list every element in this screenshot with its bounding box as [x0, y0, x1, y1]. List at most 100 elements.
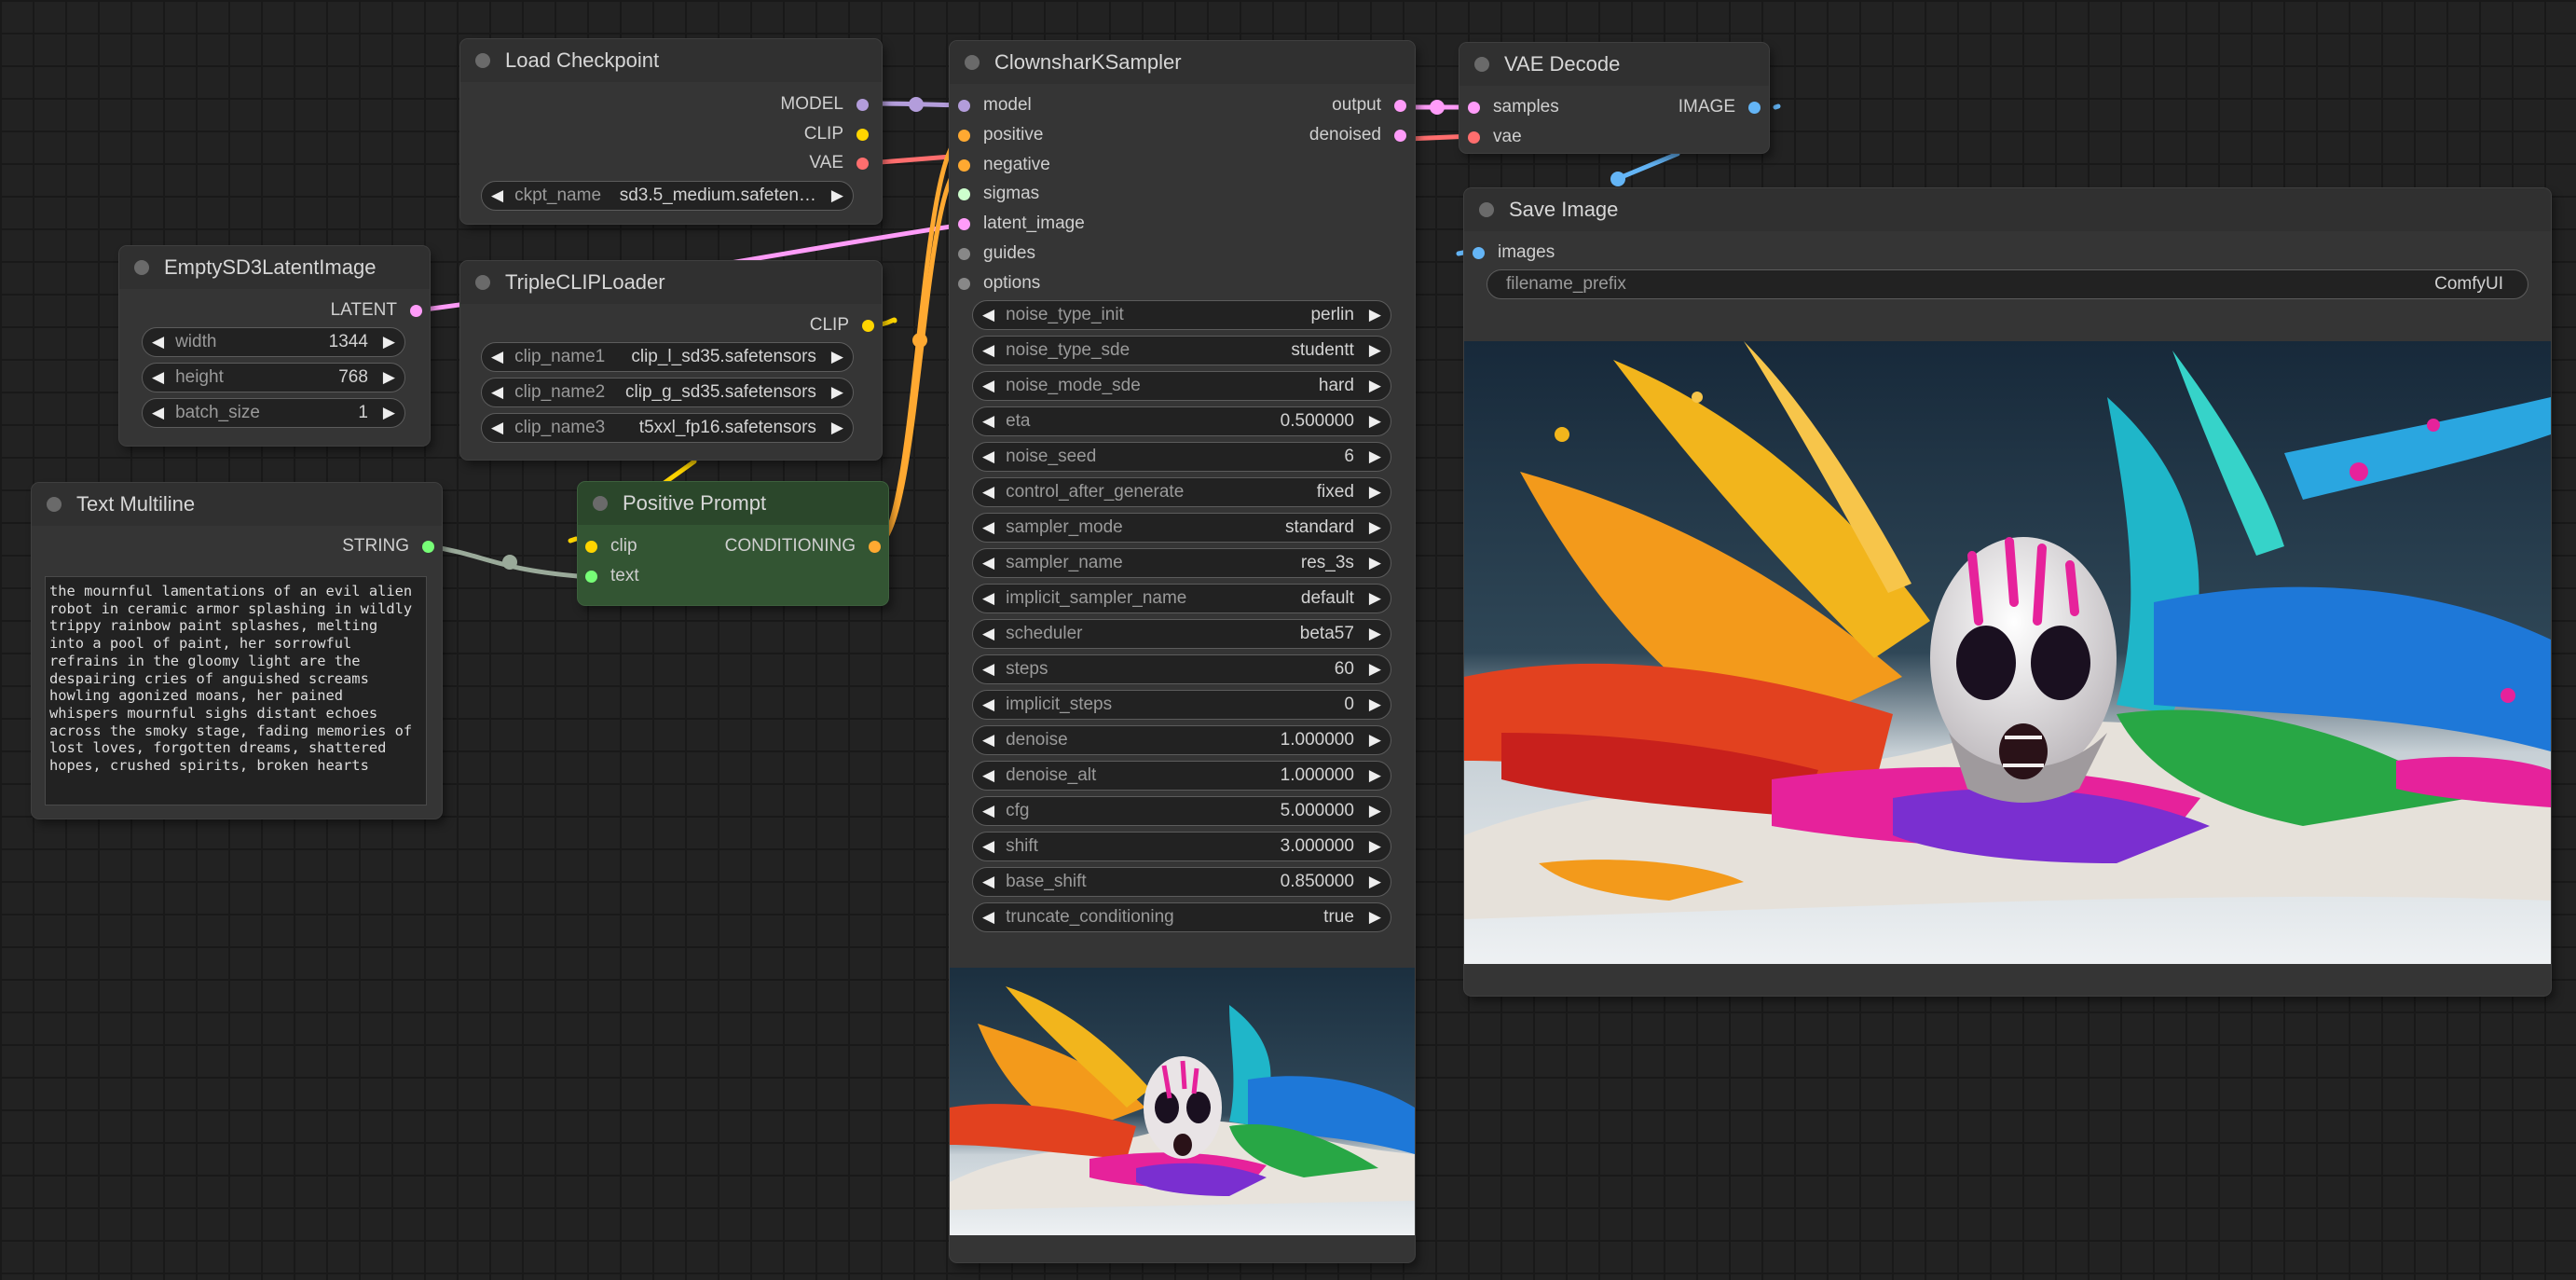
vae-connector-icon[interactable]	[1468, 131, 1480, 144]
save-image-node[interactable]: Save Image images filename_prefix ComfyU…	[1464, 188, 2551, 996]
sampler-widget[interactable]: ◀ noise_type_sde studentt ▶	[972, 336, 1391, 365]
arrow-left-icon[interactable]: ◀	[982, 908, 994, 927]
sampler-widget[interactable]: ◀ sampler_name res_3s ▶	[972, 548, 1391, 578]
node-title-bar[interactable]: VAE Decode	[1459, 43, 1769, 86]
arrow-right-icon[interactable]: ▶	[1369, 483, 1381, 502]
input-slot-positive[interactable]: positive	[958, 124, 1043, 146]
filename-prefix-input[interactable]: filename_prefix ComfyUI	[1487, 269, 2528, 299]
latent-connector-icon[interactable]	[1394, 129, 1406, 142]
arrow-right-icon[interactable]: ▶	[1369, 660, 1381, 679]
sampler-widget[interactable]: ◀ implicit_steps 0 ▶	[972, 690, 1391, 720]
output-slot-vae[interactable]: VAE	[809, 152, 869, 174]
input-slot-samples[interactable]: samples	[1468, 96, 1559, 118]
arrow-left-icon[interactable]: ◀	[982, 766, 994, 785]
conditioning-connector-icon[interactable]	[958, 129, 970, 142]
arrow-right-icon[interactable]: ▶	[831, 383, 843, 402]
arrow-right-icon[interactable]: ▶	[1369, 518, 1381, 537]
output-slot-conditioning[interactable]: CONDITIONING	[725, 535, 881, 557]
increment-icon[interactable]: ▶	[383, 333, 395, 351]
sampler-widget[interactable]: ◀ eta 0.500000 ▶	[972, 406, 1391, 436]
increment-icon[interactable]: ▶	[383, 404, 395, 422]
arrow-right-icon[interactable]: ▶	[1369, 554, 1381, 572]
increment-icon[interactable]: ▶	[383, 368, 395, 387]
arrow-left-icon[interactable]: ◀	[982, 589, 994, 608]
arrow-left-icon[interactable]: ◀	[982, 873, 994, 891]
node-title-bar[interactable]: Text Multiline	[32, 483, 442, 526]
image-connector-icon[interactable]	[1473, 246, 1485, 259]
arrow-right-icon[interactable]: ▶	[1369, 306, 1381, 324]
sampler-widget[interactable]: ◀ noise_type_init perlin ▶	[972, 300, 1391, 330]
arrow-right-icon[interactable]: ▶	[1369, 412, 1381, 431]
collapse-dot-icon[interactable]	[965, 55, 980, 70]
string-connector-icon[interactable]	[422, 540, 434, 553]
input-slot-latent-image[interactable]: latent_image	[958, 213, 1085, 235]
collapse-dot-icon[interactable]	[1479, 202, 1494, 217]
arrow-right-icon[interactable]: ▶	[1369, 908, 1381, 927]
prompt-textarea[interactable]: the mournful lamentations of an evil ali…	[45, 576, 427, 805]
collapse-dot-icon[interactable]	[47, 497, 62, 512]
vae-decode-node[interactable]: VAE Decode samples vae IMAGE	[1459, 43, 1769, 153]
arrow-left-icon[interactable]: ◀	[491, 186, 503, 205]
arrow-right-icon[interactable]: ▶	[1369, 341, 1381, 360]
load-checkpoint-node[interactable]: Load Checkpoint MODEL CLIP VAE ◀ ckpt_na…	[460, 39, 882, 224]
clip-connector-icon[interactable]	[856, 128, 869, 141]
latent-connector-icon[interactable]	[1394, 99, 1406, 112]
clownshark-sampler-node[interactable]: ClownsharKSampler model positive negativ…	[950, 41, 1415, 1262]
arrow-left-icon[interactable]: ◀	[982, 554, 994, 572]
string-connector-icon[interactable]	[585, 570, 597, 583]
arrow-right-icon[interactable]: ▶	[1369, 625, 1381, 643]
clip-name3-combo[interactable]: ◀ clip_name3 t5xxl_fp16.safetensors ▶	[481, 413, 854, 443]
output-slot-model[interactable]: MODEL	[780, 93, 869, 116]
options-connector-icon[interactable]	[958, 277, 970, 290]
arrow-right-icon[interactable]: ▶	[1369, 731, 1381, 750]
triple-clip-loader-node[interactable]: TripleCLIPLoader CLIP ◀ clip_name1 clip_…	[460, 261, 882, 460]
collapse-dot-icon[interactable]	[134, 260, 149, 275]
input-slot-images[interactable]: images	[1473, 241, 1555, 264]
arrow-right-icon[interactable]: ▶	[1369, 447, 1381, 466]
decrement-icon[interactable]: ◀	[152, 368, 164, 387]
empty-latent-node[interactable]: EmptySD3LatentImage LATENT ◀ width 1344 …	[119, 246, 430, 446]
collapse-dot-icon[interactable]	[475, 275, 490, 290]
output-slot-clip[interactable]: CLIP	[810, 314, 874, 337]
arrow-left-icon[interactable]: ◀	[982, 306, 994, 324]
input-slot-vae[interactable]: vae	[1468, 126, 1522, 148]
output-slot-latent[interactable]: LATENT	[331, 299, 422, 322]
input-slot-clip[interactable]: clip	[585, 535, 637, 557]
output-slot-clip[interactable]: CLIP	[804, 123, 869, 145]
sampler-widget[interactable]: ◀ shift 3.000000 ▶	[972, 832, 1391, 861]
arrow-left-icon[interactable]: ◀	[982, 341, 994, 360]
arrow-right-icon[interactable]: ▶	[1369, 837, 1381, 856]
guides-connector-icon[interactable]	[958, 247, 970, 260]
clip-name1-combo[interactable]: ◀ clip_name1 clip_l_sd35.safetensors ▶	[481, 342, 854, 372]
sigmas-connector-icon[interactable]	[958, 187, 970, 200]
arrow-left-icon[interactable]: ◀	[982, 483, 994, 502]
arrow-right-icon[interactable]: ▶	[1369, 589, 1381, 608]
arrow-right-icon[interactable]: ▶	[1369, 766, 1381, 785]
arrow-left-icon[interactable]: ◀	[982, 377, 994, 395]
positive-prompt-node[interactable]: Positive Prompt clip text CONDITIONING	[578, 482, 888, 605]
node-title-bar[interactable]: Positive Prompt	[578, 482, 888, 525]
output-slot-denoised[interactable]: denoised	[1309, 124, 1406, 146]
sampler-widget[interactable]: ◀ noise_mode_sde hard ▶	[972, 371, 1391, 401]
sampler-widget[interactable]: ◀ noise_seed 6 ▶	[972, 442, 1391, 472]
sampler-widget[interactable]: ◀ cfg 5.000000 ▶	[972, 796, 1391, 826]
input-slot-sigmas[interactable]: sigmas	[958, 183, 1039, 205]
node-title-bar[interactable]: Load Checkpoint	[460, 39, 882, 82]
sampler-widget[interactable]: ◀ truncate_conditioning true ▶	[972, 902, 1391, 932]
model-connector-icon[interactable]	[856, 98, 869, 111]
arrow-left-icon[interactable]: ◀	[982, 837, 994, 856]
text-multiline-node[interactable]: Text Multiline STRING the mournful lamen…	[32, 483, 442, 819]
node-title-bar[interactable]: EmptySD3LatentImage	[119, 246, 430, 289]
arrow-left-icon[interactable]: ◀	[982, 802, 994, 820]
clip-connector-icon[interactable]	[862, 319, 874, 332]
sampler-widget[interactable]: ◀ denoise_alt 1.000000 ▶	[972, 761, 1391, 791]
arrow-left-icon[interactable]: ◀	[982, 447, 994, 466]
collapse-dot-icon[interactable]	[593, 496, 608, 511]
arrow-left-icon[interactable]: ◀	[982, 695, 994, 714]
latent-connector-icon[interactable]	[1468, 101, 1480, 114]
arrow-left-icon[interactable]: ◀	[491, 348, 503, 366]
arrow-left-icon[interactable]: ◀	[982, 518, 994, 537]
sampler-widget[interactable]: ◀ scheduler beta57 ▶	[972, 619, 1391, 649]
output-slot-output[interactable]: output	[1332, 94, 1406, 117]
sampler-widget[interactable]: ◀ sampler_mode standard ▶	[972, 513, 1391, 543]
